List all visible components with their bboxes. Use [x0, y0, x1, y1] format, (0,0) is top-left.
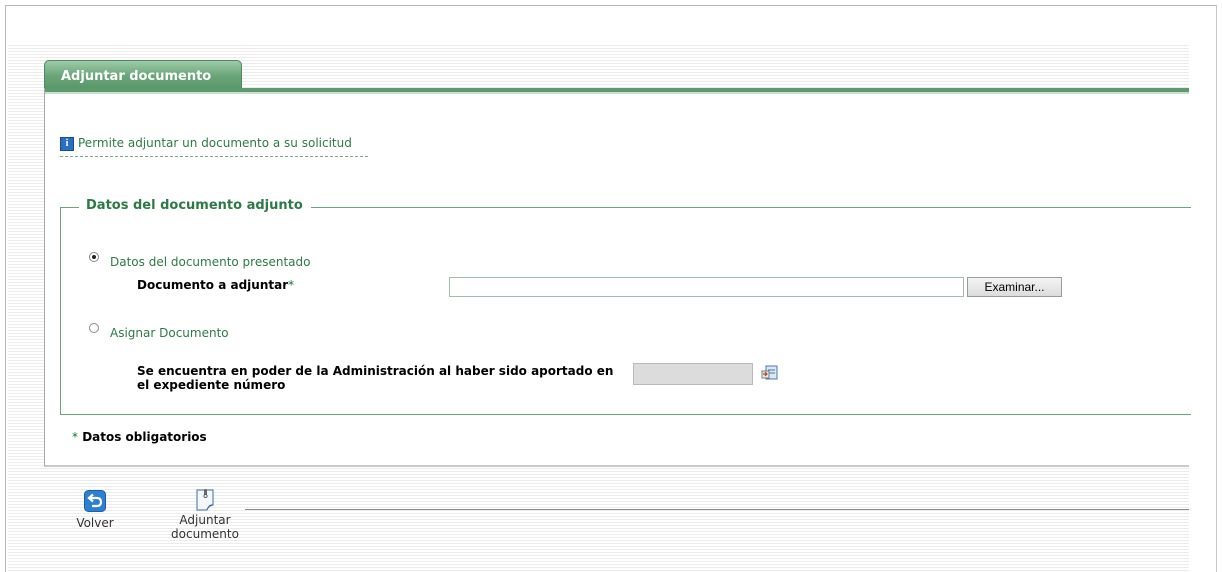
lookup-expediente-icon[interactable]: [761, 365, 779, 381]
back-button[interactable]: Volver: [68, 490, 122, 530]
file-path-input[interactable]: [449, 277, 964, 297]
back-arrow-icon: [84, 490, 106, 512]
tab-adjuntar-documento[interactable]: Adjuntar documento: [44, 60, 242, 88]
expediente-label-line2: el expediente número: [137, 378, 286, 392]
radio-documento-presentado[interactable]: [89, 252, 99, 262]
documento-adjuntar-text: Documento a adjuntar: [137, 278, 289, 292]
attach-document-icon: [196, 489, 214, 511]
footnote-text: Datos obligatorios: [82, 430, 207, 444]
fieldset-legend: Datos del documento adjunto: [79, 198, 311, 213]
required-mark: *: [288, 278, 295, 292]
panel-top-border: [45, 88, 1189, 94]
required-footnote: * Datos obligatorios: [72, 430, 207, 444]
radio-label-asignar-documento[interactable]: Asignar Documento: [110, 326, 229, 340]
expediente-label-line1: Se encuentra en poder de la Administraci…: [137, 364, 614, 378]
radio-label-documento-presentado[interactable]: Datos del documento presentado: [110, 255, 310, 269]
examinar-button[interactable]: Examinar...: [967, 277, 1062, 297]
toolbar-divider: [245, 509, 1189, 510]
info-message: i Permite adjuntar un documento a su sol…: [60, 136, 368, 157]
expediente-label: Se encuentra en poder de la Administraci…: [137, 364, 637, 392]
footnote-mark: *: [72, 430, 78, 444]
info-text: Permite adjuntar un documento a su solic…: [78, 136, 352, 150]
tab-label: Adjuntar documento: [61, 69, 212, 84]
documento-adjuntar-label: Documento a adjuntar*: [137, 278, 294, 292]
expediente-number-input: [633, 363, 753, 385]
attach-document-button[interactable]: Adjuntar documento: [165, 489, 245, 541]
radio-asignar-documento[interactable]: [89, 323, 99, 333]
attach-label-line2: documento: [171, 527, 239, 541]
document-fieldset: Datos del documento adjunto Datos del do…: [60, 198, 1191, 415]
back-label: Volver: [76, 516, 114, 530]
main-panel: i Permite adjuntar un documento a su sol…: [44, 88, 1191, 467]
attach-label-line1: Adjuntar: [179, 513, 231, 527]
info-icon: i: [60, 137, 74, 151]
